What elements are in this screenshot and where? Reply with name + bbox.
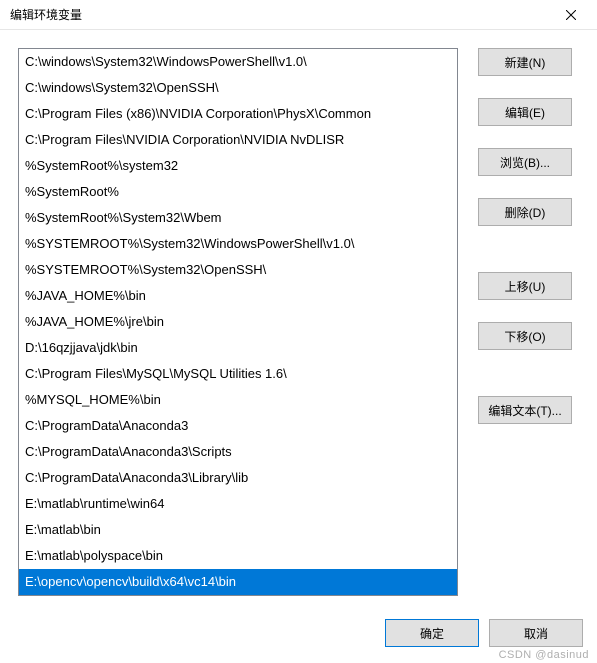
path-list-container: C:\windows\System32\WindowsPowerShell\v1… <box>18 48 458 596</box>
list-item[interactable]: C:\ProgramData\Anaconda3 <box>19 413 457 439</box>
titlebar: 编辑环境变量 <box>0 0 597 30</box>
list-item[interactable]: E:\matlab\runtime\win64 <box>19 491 457 517</box>
list-item[interactable]: %SystemRoot%\system32 <box>19 153 457 179</box>
list-item[interactable]: %SystemRoot% <box>19 179 457 205</box>
close-icon <box>566 10 576 20</box>
list-item[interactable]: D:\16qzjjava\jdk\bin <box>19 335 457 361</box>
close-button[interactable] <box>551 1 591 29</box>
list-item[interactable]: C:\windows\System32\OpenSSH\ <box>19 75 457 101</box>
side-buttons: 新建(N) 编辑(E) 浏览(B)... 删除(D) 上移(U) 下移(O) 编… <box>478 48 572 596</box>
list-item[interactable]: %SystemRoot%\System32\Wbem <box>19 205 457 231</box>
content-area: C:\windows\System32\WindowsPowerShell\v1… <box>0 30 597 596</box>
list-item[interactable]: C:\ProgramData\Anaconda3\Scripts <box>19 439 457 465</box>
list-item[interactable]: E:\matlab\polyspace\bin <box>19 543 457 569</box>
browse-button[interactable]: 浏览(B)... <box>478 148 572 176</box>
list-item[interactable]: E:\matlab\bin <box>19 517 457 543</box>
cancel-button[interactable]: 取消 <box>489 619 583 647</box>
list-item[interactable]: C:\windows\System32\WindowsPowerShell\v1… <box>19 49 457 75</box>
ok-button[interactable]: 确定 <box>385 619 479 647</box>
list-item[interactable]: %MYSQL_HOME%\bin <box>19 387 457 413</box>
list-item[interactable]: %SYSTEMROOT%\System32\OpenSSH\ <box>19 257 457 283</box>
move-up-button[interactable]: 上移(U) <box>478 272 572 300</box>
list-item[interactable]: C:\Program Files\MySQL\MySQL Utilities 1… <box>19 361 457 387</box>
new-button[interactable]: 新建(N) <box>478 48 572 76</box>
list-item[interactable]: C:\Program Files (x86)\NVIDIA Corporatio… <box>19 101 457 127</box>
list-item[interactable]: %JAVA_HOME%\jre\bin <box>19 309 457 335</box>
window-title: 编辑环境变量 <box>10 6 82 23</box>
path-list[interactable]: C:\windows\System32\WindowsPowerShell\v1… <box>19 49 457 595</box>
list-item[interactable]: C:\Program Files\NVIDIA Corporation\NVID… <box>19 127 457 153</box>
delete-button[interactable]: 删除(D) <box>478 198 572 226</box>
list-item[interactable]: %SYSTEMROOT%\System32\WindowsPowerShell\… <box>19 231 457 257</box>
edit-button[interactable]: 编辑(E) <box>478 98 572 126</box>
edit-text-button[interactable]: 编辑文本(T)... <box>478 396 572 424</box>
dialog-buttons: 确定 取消 <box>385 619 583 647</box>
list-item[interactable]: C:\ProgramData\Anaconda3\Library\lib <box>19 465 457 491</box>
watermark: CSDN @dasinud <box>499 649 589 661</box>
move-down-button[interactable]: 下移(O) <box>478 322 572 350</box>
list-item[interactable]: E:\opencv\opencv\build\x64\vc14\bin <box>19 569 457 595</box>
list-item[interactable]: %JAVA_HOME%\bin <box>19 283 457 309</box>
